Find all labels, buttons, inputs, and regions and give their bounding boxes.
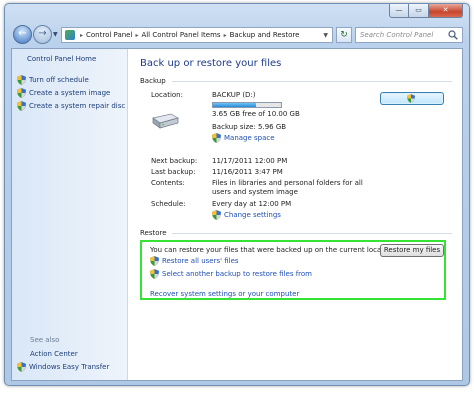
back-button[interactable]: ←	[13, 25, 32, 44]
select-another-backup-label: Select another backup to restore files f…	[162, 270, 312, 278]
shield-icon	[407, 94, 415, 103]
shield-icon	[17, 101, 26, 111]
restore-my-files-label: Restore my files	[383, 246, 441, 254]
caption-buttons: — ▭ ✕	[389, 4, 463, 18]
last-backup-label: Last backup:	[151, 168, 196, 176]
location-value: BACKUP (D:)	[212, 91, 256, 99]
shield-icon	[212, 210, 221, 220]
contents-label: Contents:	[151, 179, 185, 187]
minimize-button[interactable]: —	[389, 4, 409, 18]
task-label: Create a system image	[29, 89, 111, 97]
task-pane: Control Panel Home Turn off schedule Cre…	[12, 49, 128, 380]
search-input[interactable]: Search Control Panel	[355, 27, 463, 43]
recover-system-link[interactable]: Recover system settings or your computer	[150, 290, 299, 298]
free-space-text: 3.65 GB free of 10.00 GB	[212, 110, 300, 118]
next-backup-value: 11/17/2011 12:00 PM	[212, 157, 288, 165]
control-panel-home-link[interactable]: Control Panel Home	[27, 55, 96, 63]
schedule-label: Schedule:	[151, 200, 186, 208]
shield-icon	[17, 75, 26, 85]
capacity-bar-fill	[213, 103, 257, 107]
contents-value: Files in libraries and personal folders …	[212, 179, 363, 196]
manage-space-link[interactable]: Manage space	[212, 133, 275, 143]
manage-space-label: Manage space	[224, 134, 275, 142]
close-button[interactable]: ✕	[429, 4, 463, 18]
restore-all-users-label: Restore all users' files	[162, 257, 239, 265]
see-also-heading: See also	[30, 336, 60, 344]
breadcrumb-control-panel[interactable]: Control Panel	[86, 31, 132, 39]
change-settings-label: Change settings	[224, 211, 281, 219]
breadcrumb-chevron-icon[interactable]: ▸	[224, 32, 227, 39]
restore-section-label: Restore	[140, 229, 167, 237]
turn-off-schedule-link[interactable]: Turn off schedule	[17, 75, 89, 85]
backup-section-label: Backup	[140, 77, 166, 85]
main-pane: Back up or restore your files Backup Loc…	[128, 49, 462, 380]
task-label: Create a system repair disc	[29, 102, 126, 110]
shield-icon	[212, 133, 221, 143]
backup-size-text: Backup size: 5.96 GB	[212, 123, 287, 131]
restore-all-users-link[interactable]: Restore all users' files	[150, 256, 239, 266]
task-label: Windows Easy Transfer	[29, 363, 110, 371]
breadcrumb-backup-restore[interactable]: Backup and Restore	[230, 31, 300, 39]
windows-easy-transfer-link[interactable]: Windows Easy Transfer	[17, 362, 109, 372]
page-title: Back up or restore your files	[140, 58, 282, 69]
change-settings-link[interactable]: Change settings	[212, 210, 281, 220]
search-icon[interactable]	[448, 30, 458, 40]
refresh-icon: ↻	[340, 30, 348, 40]
last-backup-value: 11/16/2011 3:47 PM	[212, 168, 283, 176]
create-system-image-link[interactable]: Create a system image	[17, 88, 110, 98]
shield-icon	[17, 362, 26, 372]
forward-button[interactable]: →	[33, 25, 52, 44]
task-label: Turn off schedule	[29, 76, 89, 84]
next-backup-label: Next backup:	[151, 157, 198, 165]
restore-divider	[172, 233, 452, 234]
select-another-backup-link[interactable]: Select another backup to restore files f…	[150, 269, 312, 279]
create-repair-disc-link[interactable]: Create a system repair disc	[17, 101, 125, 111]
hard-drive-icon	[152, 113, 179, 129]
forward-arrow-icon: →	[38, 28, 47, 39]
content-area: Control Panel Home Turn off schedule Cre…	[11, 48, 463, 381]
location-label: Location:	[151, 91, 183, 99]
refresh-button[interactable]: ↻	[336, 27, 352, 43]
breadcrumb-chevron-icon[interactable]: ▸	[135, 32, 138, 39]
shield-icon	[150, 256, 159, 266]
capacity-bar	[212, 102, 282, 108]
action-center-link[interactable]: Action Center	[30, 350, 78, 358]
backup-restore-window: — ▭ ✕ ← → ▼ ▸ Control Panel ▸ All Contro…	[4, 3, 470, 386]
breadcrumb-chevron-icon[interactable]: ▸	[80, 32, 83, 39]
address-bar[interactable]: ▸ Control Panel ▸ All Control Panel Item…	[61, 27, 333, 43]
restore-my-files-button[interactable]: Restore my files	[380, 244, 444, 257]
control-panel-icon	[65, 30, 75, 40]
maximize-button[interactable]: ▭	[409, 4, 429, 18]
restore-description: You can restore your files that were bac…	[150, 246, 397, 254]
breadcrumb-all-items[interactable]: All Control Panel Items	[141, 31, 220, 39]
recent-pages-dropdown-icon[interactable]: ▼	[53, 31, 58, 38]
shield-icon	[150, 269, 159, 279]
shield-icon	[17, 88, 26, 98]
search-placeholder: Search Control Panel	[360, 31, 434, 39]
schedule-value: Every day at 12:00 PM	[212, 200, 292, 208]
navigation-bar: ← → ▼ ▸ Control Panel ▸ All Control Pane…	[11, 24, 463, 46]
back-up-now-button[interactable]	[380, 92, 444, 105]
address-dropdown-icon[interactable]: ▼	[323, 32, 328, 39]
back-arrow-icon: ←	[18, 28, 27, 39]
recover-system-label: Recover system settings or your computer	[150, 290, 300, 298]
backup-divider	[172, 81, 452, 82]
